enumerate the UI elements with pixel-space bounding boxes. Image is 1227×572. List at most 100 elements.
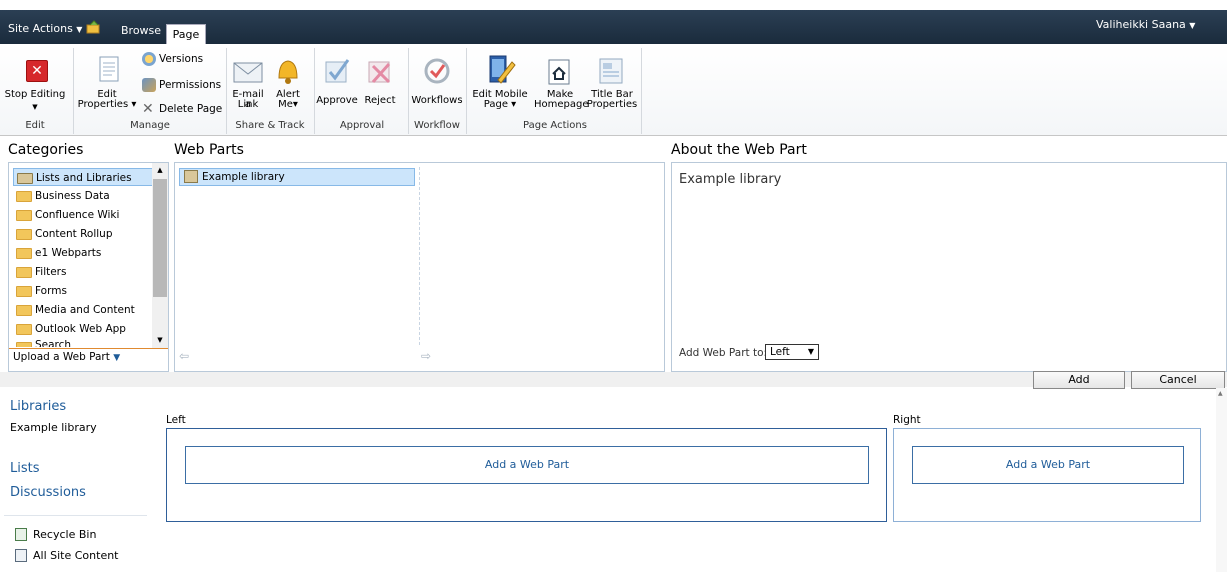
cancel-button[interactable]: Cancel <box>1131 371 1225 389</box>
add-to-label: Add Web Part to: <box>679 347 768 359</box>
folder-icon <box>16 210 32 221</box>
reject-label: Reject <box>364 95 396 106</box>
versions-label: Versions <box>159 53 204 65</box>
categories-scrollbar[interactable]: ▲ ▼ <box>152 163 168 348</box>
scroll-up-icon[interactable]: ▲ <box>152 163 168 177</box>
stop-editing-button[interactable]: ✕ Stop Editing ▼ <box>2 50 68 112</box>
recycle-bin-icon <box>15 528 27 541</box>
category-item[interactable]: Outlook Web App <box>13 320 155 338</box>
scrollbar-thumb[interactable] <box>153 179 167 297</box>
site-actions-menu[interactable]: Site Actions ▼ <box>8 22 82 35</box>
workflows-label: Workflows <box>411 95 463 106</box>
email-link-button[interactable]: E-mail a Link <box>228 50 268 114</box>
add-button[interactable]: Add <box>1033 371 1125 389</box>
folder-icon <box>16 286 32 297</box>
make-homepage-button[interactable]: Make Homepage <box>534 50 589 114</box>
tab-browse[interactable]: Browse <box>121 24 161 37</box>
category-item[interactable]: Lists and Libraries <box>13 168 155 186</box>
chevron-down-icon: ▼ <box>1189 21 1196 30</box>
email-icon <box>233 60 263 90</box>
category-item[interactable]: Confluence Wiki <box>13 206 155 224</box>
approve-button[interactable]: Approve <box>316 50 358 114</box>
about-heading: About the Web Part <box>671 142 807 158</box>
upload-label: Upload a Web Part <box>13 351 110 363</box>
quick-launch-libraries[interactable]: Libraries <box>10 399 66 414</box>
scroll-down-icon[interactable]: ▼ <box>152 333 168 347</box>
category-label: e1 Webparts <box>35 247 102 259</box>
category-label: Lists and Libraries <box>36 172 132 184</box>
zone-select-value: Left <box>770 346 790 358</box>
edit-properties-button[interactable]: Edit Properties ▾ <box>76 50 138 114</box>
versions-icon <box>142 52 156 66</box>
category-item[interactable]: Content Rollup <box>13 225 155 243</box>
folder-icon <box>16 305 32 316</box>
alert-me-button[interactable]: Alert Me▾ <box>270 50 306 114</box>
divider <box>73 48 74 134</box>
workflows-button[interactable]: Workflows <box>410 50 464 114</box>
group-manage-label: Manage <box>130 120 170 131</box>
divider <box>641 48 642 134</box>
zone-select[interactable]: Left ▼ <box>765 344 819 360</box>
navigate-up-icon[interactable] <box>86 20 100 34</box>
upload-web-part-link[interactable]: Upload a Web Part ▼ <box>13 351 120 363</box>
page-scrollbar[interactable]: ▲ <box>1216 388 1227 572</box>
left-zone: Add a Web Part <box>166 428 887 522</box>
quick-launch-discussions[interactable]: Discussions <box>10 485 86 500</box>
category-item[interactable]: e1 Webparts <box>13 244 155 262</box>
folder-icon <box>16 248 32 259</box>
divider <box>314 48 315 134</box>
scroll-up-icon[interactable]: ▲ <box>1218 390 1223 397</box>
web-part-item[interactable]: Example library <box>179 168 415 186</box>
category-label: Outlook Web App <box>35 323 126 335</box>
folder-icon <box>16 267 32 278</box>
reject-icon <box>365 56 395 86</box>
title-bar-properties-button[interactable]: Title Bar Properties <box>586 50 638 114</box>
tab-page[interactable]: Page <box>166 24 206 45</box>
quick-launch-example-library[interactable]: Example library <box>10 421 97 434</box>
caret-down-icon: ▼ <box>113 353 121 363</box>
versions-button[interactable]: Versions <box>142 51 203 67</box>
right-zone: Add a Web Part <box>893 428 1201 522</box>
add-web-part-right-button[interactable]: Add a Web Part <box>912 446 1184 484</box>
permissions-button[interactable]: Permissions <box>142 77 221 93</box>
home-icon <box>546 58 576 88</box>
categories-heading: Categories <box>8 142 84 158</box>
edit-mobile-page-button[interactable]: Edit Mobile Page ▾ <box>470 50 530 114</box>
dropdown-arrow-icon: ▼ <box>807 347 814 356</box>
folder-icon <box>16 342 32 347</box>
category-label: Filters <box>35 266 67 278</box>
approve-label: Approve <box>316 95 358 106</box>
group-page-actions-label: Page Actions <box>523 120 587 131</box>
email-label-2: Link <box>237 99 259 110</box>
web-part-label: Example library <box>202 171 285 183</box>
user-menu[interactable]: Valiheikki Saana ▼ <box>1096 18 1195 31</box>
edit-properties-label-2: Properties ▾ <box>77 99 137 110</box>
reject-button[interactable]: Reject <box>360 50 400 114</box>
category-label: Content Rollup <box>35 228 113 240</box>
add-web-part-left-button[interactable]: Add a Web Part <box>185 446 869 484</box>
divider <box>4 515 147 516</box>
category-label: Media and Content <box>35 304 135 316</box>
divider <box>9 348 168 349</box>
quick-launch-lists[interactable]: Lists <box>10 461 40 476</box>
category-item[interactable]: Filters <box>13 263 155 281</box>
library-icon <box>184 170 198 183</box>
delete-page-button[interactable]: ✕ Delete Page <box>142 101 222 117</box>
edit-mobile-icon <box>486 54 516 84</box>
library-icon <box>17 173 33 184</box>
category-item[interactable]: Search <box>13 339 155 347</box>
categories-panel: Lists and Libraries Business Data Conflu… <box>8 162 169 372</box>
delete-icon: ✕ <box>142 101 154 117</box>
category-item[interactable]: Forms <box>13 282 155 300</box>
previous-arrow-icon[interactable]: ⇦ <box>179 349 189 363</box>
category-item[interactable]: Media and Content <box>13 301 155 319</box>
recycle-bin-label: Recycle Bin <box>33 528 97 541</box>
permissions-icon <box>142 78 156 92</box>
category-item[interactable]: Business Data <box>13 187 155 205</box>
stop-editing-icon: ✕ <box>26 60 48 82</box>
next-arrow-icon[interactable]: ⇨ <box>421 349 431 363</box>
divider <box>466 48 467 134</box>
folder-icon <box>16 191 32 202</box>
chevron-down-icon: ▼ <box>32 103 38 111</box>
ribbon: ✕ Stop Editing ▼ Edit Edit Properties ▾ … <box>0 44 1227 136</box>
